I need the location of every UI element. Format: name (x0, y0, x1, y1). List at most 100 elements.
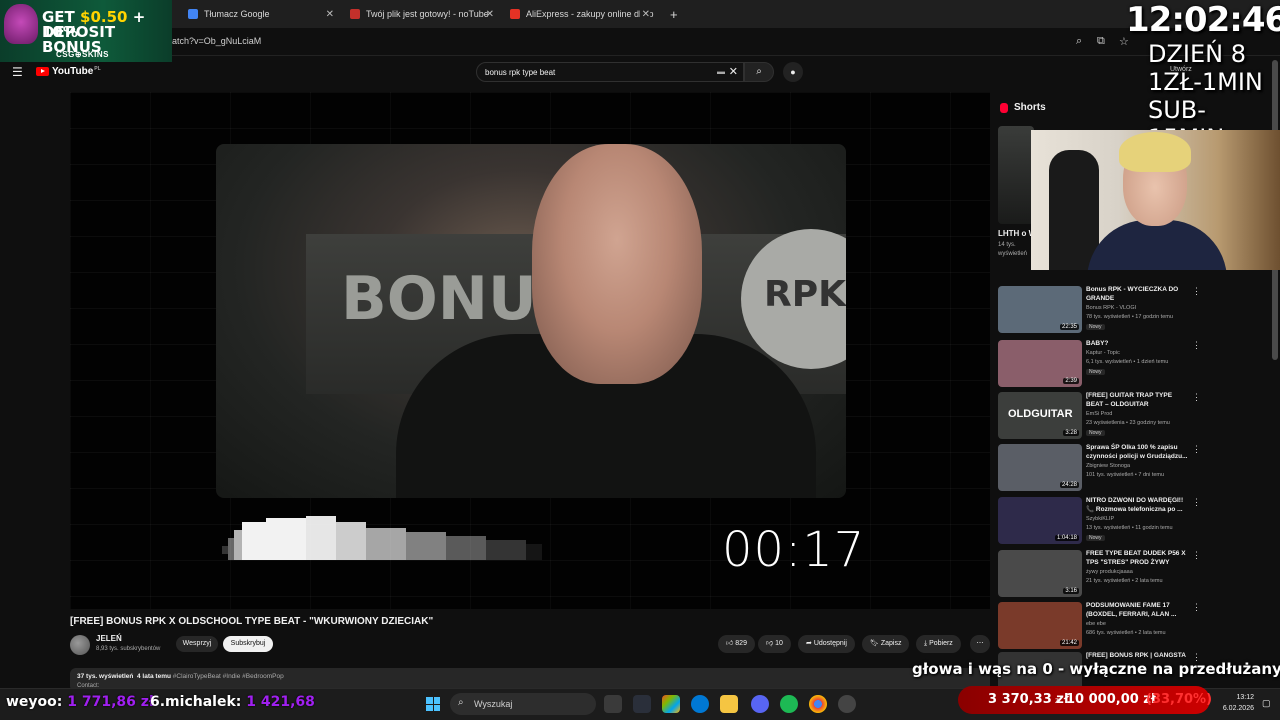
person-shirt (1087, 220, 1227, 270)
hamburger-menu-icon[interactable]: ☰ (12, 65, 23, 79)
more-options-icon[interactable]: ⋮ (1192, 340, 1201, 351)
video-title[interactable]: PODSUMOWANIE FAME 17 (BOXDEL, FERRARI, A… (1086, 602, 1190, 619)
recommended-video[interactable]: 21:42 PODSUMOWANIE FAME 17 (BOXDEL, FERRA… (998, 602, 1268, 652)
notification-icon[interactable]: ▢ (1262, 698, 1271, 709)
dislike-button[interactable]: 👎︎ 10 (758, 635, 791, 653)
zoom-icon[interactable]: ⌕ (1076, 35, 1082, 48)
top-donor-1: weyoo: 1 771,86 zł (6, 694, 154, 710)
more-options-icon[interactable]: ⋮ (1192, 444, 1201, 455)
short-thumbnail[interactable] (998, 126, 1034, 224)
store-icon[interactable] (633, 695, 651, 713)
search-box[interactable]: bonus rpk type beat ▬ ✕ (476, 62, 744, 82)
donor-amount: 1 421,68 (246, 694, 315, 710)
spotify-icon[interactable] (780, 695, 798, 713)
windows-start-icon[interactable] (426, 697, 440, 711)
video-player[interactable]: BONUS RPK 00:17 (70, 92, 990, 609)
url-field[interactable]: atch?v=Ob_gNuLciaM (172, 36, 261, 46)
task-view-icon[interactable] (604, 695, 622, 713)
system-date[interactable]: 6.02.2026 (1216, 705, 1254, 712)
video-thumbnail[interactable]: OLDGUITAR 3:28 (998, 392, 1082, 439)
steam-icon[interactable] (838, 695, 856, 713)
channel-name[interactable]: ebe ebe (1086, 621, 1106, 627)
search-icon: ⌕ (458, 697, 464, 708)
tab-google-translate[interactable]: Tłumacz Google ✕ (180, 2, 340, 26)
file-explorer-icon[interactable] (720, 695, 738, 713)
video-title[interactable]: NITRO DZWONI DO WARDĘGI!! 📞 Rozmowa tele… (1086, 497, 1190, 514)
hashtags[interactable]: #ClairoTypeBeat #Indie #BedroomPop (173, 673, 284, 680)
recommended-video[interactable]: 3:16 FREE TYPE BEAT DUDEK P56 X TPS "STRE… (998, 550, 1268, 600)
video-duration: 22:35 (1059, 324, 1079, 330)
share-button[interactable]: ➦ Udostępnij (798, 635, 855, 653)
recommended-video[interactable]: 2:39 BABY? Kaptur - Topic 6,1 tys. wyświetl… (998, 340, 1268, 390)
donation-goal-bar: 3 370,33 zł z 10 000,00 zł (33,70%) (958, 686, 1212, 714)
channel-name[interactable]: Bonus RPK - VLOGI (1086, 305, 1136, 311)
close-icon[interactable]: ✕ (326, 9, 334, 20)
video-thumbnail[interactable]: 21:42 (998, 602, 1082, 649)
install-app-icon[interactable]: ⧉ (1097, 35, 1105, 48)
voice-search-button[interactable]: ● (783, 62, 803, 82)
video-title[interactable]: BABY? (1086, 340, 1190, 349)
share-icon: ➦ (806, 640, 812, 647)
search-button[interactable]: ⌕ (744, 62, 774, 82)
video-meta: 686 tys. wyświetleń • 2 lata temu (1086, 630, 1166, 636)
more-options-icon[interactable]: ⋮ (1192, 602, 1201, 613)
donor-name: weyoo: (6, 694, 68, 710)
recommended-video[interactable]: 22:35 Bonus RPK - WYCIECZKA DO GRANDE Bonu… (998, 286, 1268, 336)
tab-aliexpress[interactable]: AliExpress - zakupy online dla p ✕ (502, 2, 656, 26)
video-thumbnail[interactable]: 3:16 (998, 550, 1082, 597)
channel-name[interactable]: JELEŃ (96, 634, 122, 643)
download-button[interactable]: ⤓ Pobierz (916, 635, 961, 653)
video-title[interactable]: [FREE] GUITAR TRAP TYPE BEAT – OLDGUITAR (1086, 392, 1190, 409)
more-options-icon[interactable]: ⋮ (1192, 550, 1201, 561)
recommended-video[interactable]: 24:28 Sprawa ŚP Olka 100 % zapisu czynnoś… (998, 444, 1268, 494)
save-label: Zapisz (880, 640, 902, 647)
channel-name[interactable]: żywy produkcjaaaa (1086, 569, 1133, 575)
save-button[interactable]: 🔖︎ Zapisz (862, 635, 910, 653)
video-duration: 24:28 (1059, 482, 1079, 488)
channel-name[interactable]: Zbigniew Stonoga (1086, 463, 1130, 469)
tab-notube[interactable]: Twój plik jest gotowy! - noTube ✕ (342, 2, 500, 26)
discord-icon[interactable] (751, 695, 769, 713)
close-icon[interactable]: ✕ (639, 8, 650, 20)
youtube-logo[interactable]: YouTube PL (36, 66, 101, 77)
close-icon[interactable]: ✕ (486, 9, 494, 20)
more-options-icon[interactable]: ⋮ (1192, 286, 1201, 297)
channel-avatar[interactable] (70, 635, 90, 655)
download-label: Pobierz (929, 640, 953, 647)
goal-separator: z (1055, 696, 1059, 705)
goal-target: 10 000,00 zł (1066, 692, 1156, 707)
subscribe-button[interactable]: Subskrybuj (223, 636, 273, 652)
more-options-icon[interactable]: ⋮ (1192, 497, 1201, 508)
taskbar-search[interactable]: ⌕ Wyszukaj (450, 693, 596, 715)
beat-timer: 00:17 (722, 522, 866, 578)
recommended-video[interactable]: OLDGUITAR 3:28 [FREE] GUITAR TRAP TYPE BEA… (998, 392, 1268, 442)
like-button[interactable]: 👍︎ 829 (718, 635, 755, 653)
system-time[interactable]: 13:12 (1230, 694, 1254, 701)
keyboard-icon[interactable]: ▬ (717, 67, 725, 76)
search-icon: ⌕ (756, 66, 762, 77)
video-thumbnail[interactable]: 24:28 (998, 444, 1082, 491)
video-thumbnail[interactable]: 2:39 (998, 340, 1082, 387)
video-title[interactable]: Bonus RPK - WYCIECZKA DO GRANDE (1086, 286, 1190, 303)
channel-name[interactable]: EmSi Prod (1086, 411, 1112, 417)
clear-search-icon[interactable]: ✕ (729, 65, 738, 78)
chrome-icon[interactable] (809, 695, 827, 713)
recommended-video[interactable]: 1:04:18 NITRO DZWONI DO WARDĘGI!! 📞 Rozmo… (998, 497, 1268, 547)
more-actions-button[interactable]: ⋯ (970, 635, 990, 653)
new-badge: Nowy (1086, 430, 1105, 436)
search-input[interactable]: bonus rpk type beat (485, 68, 555, 77)
join-button[interactable]: Wesprzyj (176, 636, 218, 652)
edge-icon[interactable] (691, 695, 709, 713)
thumbs-up-icon: 👍︎ (726, 640, 734, 647)
channel-name[interactable]: Kaptur - Topic (1086, 350, 1120, 356)
more-options-icon[interactable]: ⋮ (1192, 392, 1201, 403)
video-title[interactable]: Sprawa ŚP Olka 100 % zapisu czynności po… (1086, 444, 1190, 461)
copilot-icon[interactable] (662, 695, 680, 713)
new-tab-button[interactable]: + (662, 2, 686, 26)
video-thumbnail[interactable]: 22:35 (998, 286, 1082, 333)
channel-name[interactable]: SzybkiKLIP (1086, 516, 1114, 522)
video-thumbnail[interactable]: 1:04:18 (998, 497, 1082, 544)
video-title[interactable]: FREE TYPE BEAT DUDEK P56 X TPS "STRES" P… (1086, 550, 1190, 567)
new-badge: Nowy (1086, 369, 1105, 375)
view-count: 37 tys. wyświetleń (77, 673, 134, 680)
